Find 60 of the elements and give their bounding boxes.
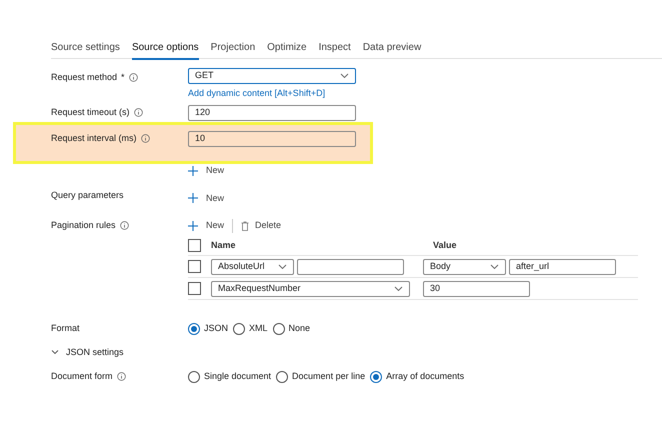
input-field[interactable]: 10 [188,130,356,146]
input-field[interactable]: after_url [509,258,616,274]
tab[interactable]: Data preview [362,38,422,60]
required-mark: * [121,71,125,84]
radio-label: None [288,322,310,335]
info-icon [134,108,143,117]
field-label: Request interval (ms) [51,132,137,145]
field-label: Request method [51,71,118,84]
chevron-down-icon [394,286,403,292]
plus-icon [188,166,198,176]
input-field[interactable] [297,258,404,274]
column-header: Name [211,238,237,252]
new-button[interactable]: New [188,164,224,178]
checkbox[interactable] [188,239,201,252]
field-label: Request timeout (s) [51,106,130,119]
plus-icon [188,221,198,231]
radio-label: JSON [204,322,228,335]
dropdown[interactable]: AbsoluteUrl [211,258,294,274]
delete-button[interactable]: Delete [241,219,282,233]
tab[interactable]: Optimize [267,38,307,60]
tab[interactable]: Projection [210,38,256,60]
dropdown[interactable]: MaxRequestNumber [211,280,410,296]
new-button[interactable]: New [188,219,224,233]
trash-icon [241,221,250,231]
radio-button[interactable] [188,322,200,335]
chevron-down-icon [490,264,499,270]
json-settings-toggle[interactable]: JSON settings [51,346,662,359]
field-label: Format [51,322,80,335]
info-icon [140,134,150,143]
radio-button[interactable] [188,370,200,383]
input-field[interactable]: 120 [188,104,356,120]
radio-button[interactable] [233,322,246,335]
field-label: Pagination rules [51,219,116,232]
input-field[interactable]: 30 [423,280,530,296]
checkbox[interactable] [188,282,201,295]
radio-button[interactable] [272,322,285,335]
tab[interactable]: Source settings [51,38,120,60]
chevron-down-icon [340,73,349,79]
radio-label: Array of documents [386,370,464,383]
dropdown[interactable]: Body [423,258,506,274]
radio-label: Document per line [292,370,366,383]
field-label: Query parameters [51,189,124,202]
info-icon [116,372,126,382]
radio-label: Single document [204,370,272,383]
radio-label: XML [249,322,268,335]
radio-button[interactable] [276,370,288,383]
info-icon [120,221,129,230]
new-button[interactable]: New [188,192,224,205]
tab[interactable]: Source options [132,38,199,60]
checkbox[interactable] [188,260,201,273]
column-header: Value [433,238,457,252]
dropdown[interactable]: GET [188,68,356,84]
radio-button[interactable] [370,370,382,383]
info-icon [128,73,138,82]
dynamic-content-link[interactable]: Add dynamic content [Alt+Shift+D] [188,87,356,100]
field-label: Document form [51,370,113,383]
chevron-down-icon [278,264,287,270]
chevron-icon [51,349,59,356]
plus-icon [188,193,198,204]
tab[interactable]: Inspect [318,38,351,60]
